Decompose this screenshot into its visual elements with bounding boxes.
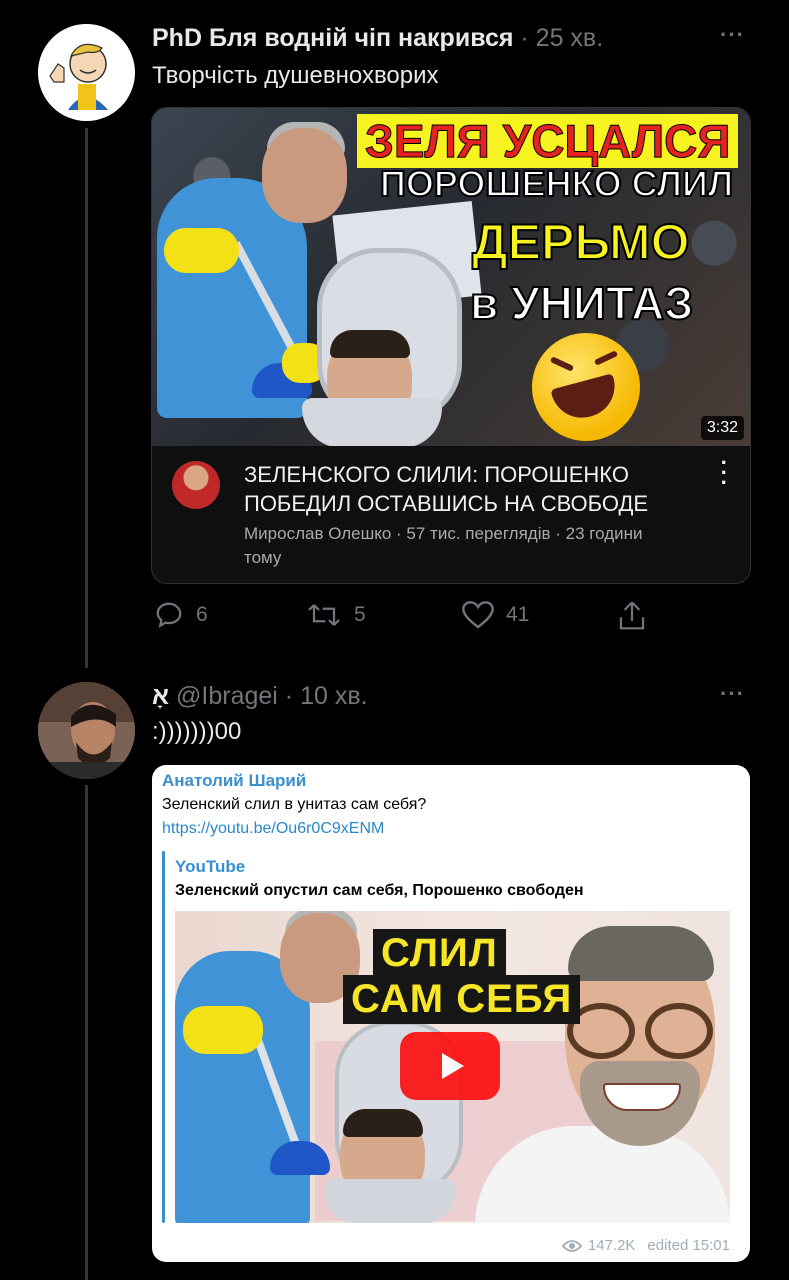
channel-avatar[interactable] bbox=[172, 461, 220, 509]
like-count: 41 bbox=[506, 603, 530, 626]
preview-site: YouTube bbox=[175, 857, 246, 876]
glove bbox=[183, 1006, 263, 1054]
preview-bar bbox=[162, 851, 165, 1223]
thumbnail-caption: СЛИЛ bbox=[373, 929, 506, 978]
display-name[interactable]: PhD Бля водній чіп накрився bbox=[152, 24, 513, 52]
glasses bbox=[645, 1003, 713, 1059]
video-thumbnail[interactable]: ЗЕЛЯ УСЦАЛСЯ ПОРОШЕНКО СЛИЛ ДЕРЬМО в УНИ… bbox=[152, 108, 750, 446]
thumbnail-figure bbox=[603, 1083, 681, 1111]
message-link: https://youtu.be/Ou6r0C9xENM bbox=[162, 820, 385, 837]
reply-count: 6 bbox=[196, 603, 208, 626]
youtube-video-card[interactable]: ЗЕЛЯ УСЦАЛСЯ ПОРОШЕНКО СЛИЛ ДЕРЬМО в УНИ… bbox=[151, 107, 751, 584]
like-button[interactable]: 41 bbox=[462, 600, 529, 630]
retweet-button[interactable]: 5 bbox=[306, 600, 366, 630]
share-icon bbox=[619, 601, 645, 630]
avatar[interactable] bbox=[38, 682, 135, 779]
tweet-header: אָ @Ibragei · 10 хв. bbox=[152, 682, 368, 711]
thumbnail-headline: ДЕРЬМО bbox=[471, 213, 691, 271]
video-title[interactable]: ЗЕЛЕНСКОГО СЛИЛИ: ПОРОШЕНКО ПОБЕДИЛ ОСТА… bbox=[244, 460, 704, 518]
handle[interactable]: @Ibragei bbox=[176, 682, 278, 710]
edited-time: edited 15:01 bbox=[647, 1237, 730, 1254]
tweet-text: :)))))))00 bbox=[152, 718, 242, 745]
thumbnail-caption: САМ СЕБЯ bbox=[343, 975, 581, 1024]
toilet bbox=[325, 1179, 455, 1223]
thumbnail-figure bbox=[175, 951, 310, 1223]
avatar[interactable] bbox=[38, 24, 135, 121]
attached-image[interactable]: Анатолий Шарий Зеленский слил в унитаз с… bbox=[152, 765, 750, 1262]
reply-button[interactable]: 6 bbox=[154, 600, 208, 630]
preview-title: Зеленский опустил сам себя, Порошенко св… bbox=[175, 882, 584, 899]
glove bbox=[164, 228, 239, 273]
heart-icon bbox=[462, 601, 494, 629]
thumbnail-figure bbox=[568, 926, 714, 981]
thumbnail-figure bbox=[343, 1109, 423, 1137]
thumbnail-figure bbox=[262, 128, 347, 223]
timestamp[interactable]: · 10 хв. bbox=[285, 682, 368, 710]
thread-line bbox=[85, 785, 88, 1280]
display-name[interactable]: אָ bbox=[152, 682, 169, 710]
video-meta: Мирослав Олешко · 57 тис. переглядів · 2… bbox=[244, 524, 643, 567]
view-count: 147.2K bbox=[587, 1237, 636, 1254]
thumbnail-figure bbox=[330, 330, 410, 358]
message-footer: 147.2K edited 15:01 bbox=[561, 1237, 730, 1254]
video-menu-icon[interactable]: · · · bbox=[721, 452, 728, 494]
thread-line bbox=[85, 128, 88, 668]
thumbnail-headline: ПОРОШЕНКО СЛИЛ bbox=[379, 162, 734, 205]
message-author: Анатолий Шарий bbox=[162, 771, 307, 790]
preview-image: СЛИЛ САМ СЕБЯ bbox=[175, 911, 730, 1223]
vault-boy-avatar-icon bbox=[38, 24, 134, 120]
play-icon bbox=[400, 1032, 500, 1100]
thumbnail-headline: ЗЕЛЯ УСЦАЛСЯ bbox=[357, 114, 739, 168]
reply-icon bbox=[156, 602, 182, 628]
tweet-text: Творчість душевнохворих bbox=[152, 62, 439, 89]
message-text: Зеленский слил в унитаз сам себя? bbox=[162, 796, 427, 813]
more-options-icon[interactable]: ··· bbox=[720, 681, 745, 707]
timestamp[interactable]: · 25 хв. bbox=[520, 24, 603, 52]
share-button[interactable] bbox=[617, 600, 647, 632]
tweet-header: PhD Бля водній чіп накрився · 25 хв. bbox=[152, 24, 603, 53]
video-duration: 3:32 bbox=[700, 416, 744, 440]
toilet bbox=[302, 398, 442, 446]
retweet-icon bbox=[308, 604, 340, 626]
views-eye-icon bbox=[561, 1239, 582, 1252]
more-options-icon[interactable]: ··· bbox=[720, 22, 745, 48]
laughing-emoji-icon bbox=[532, 333, 640, 441]
thumbnail-headline: в УНИТАЗ bbox=[469, 276, 694, 330]
retweet-count: 5 bbox=[354, 603, 366, 626]
user-photo-icon bbox=[38, 682, 135, 779]
